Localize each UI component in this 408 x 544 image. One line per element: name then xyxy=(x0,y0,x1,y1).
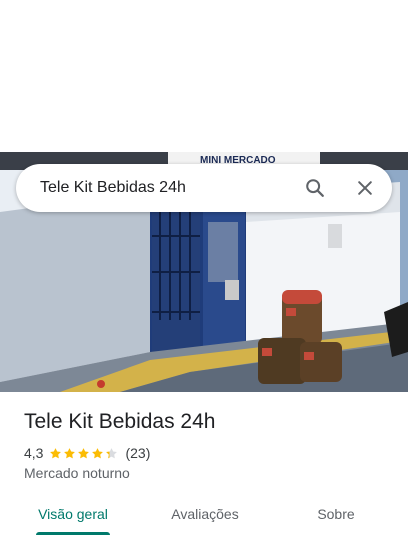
star-icon xyxy=(78,447,90,458)
search-button[interactable] xyxy=(300,173,330,203)
search-icon xyxy=(306,179,324,197)
rating-value: 4,3 xyxy=(24,445,44,461)
rating-row[interactable]: 4,3 (23) xyxy=(24,444,150,462)
rating-stars xyxy=(49,447,119,460)
search-bar[interactable]: Tele Kit Bebidas 24h xyxy=(16,164,392,212)
star-icon xyxy=(92,447,104,458)
place-title: Tele Kit Bebidas 24h xyxy=(24,410,216,433)
place-category[interactable]: Mercado noturno xyxy=(24,465,130,481)
star-icon xyxy=(50,447,62,458)
search-input[interactable]: Tele Kit Bebidas 24h xyxy=(40,164,186,212)
place-page: MINI MERCADO Tele Kit Bebidas 24h Tele K… xyxy=(0,0,408,544)
star-icon xyxy=(106,447,118,458)
close-icon xyxy=(358,181,372,195)
tab-reviews[interactable]: Avaliações xyxy=(152,496,258,532)
active-tab-indicator xyxy=(36,532,110,535)
star-icon xyxy=(64,447,76,458)
tab-about[interactable]: Sobre xyxy=(284,496,388,532)
tab-overview[interactable]: Visão geral xyxy=(20,496,126,532)
clear-search-button[interactable] xyxy=(350,173,380,203)
place-tabs: Visão geral Avaliações Sobre xyxy=(0,496,408,544)
review-count[interactable]: (23) xyxy=(125,445,150,461)
